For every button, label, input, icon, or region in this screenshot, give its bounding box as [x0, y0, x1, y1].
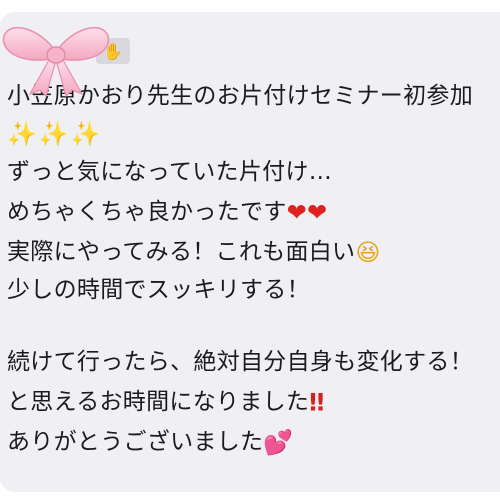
message-line-text: めちゃくちゃ良かったです — [7, 199, 287, 225]
pink-hearts-icon: 💕 — [263, 428, 294, 457]
message-line-text: と思えるお時間になりました — [7, 389, 310, 415]
message-line: 続けて行ったら、絶対自分自身も変化する！ — [7, 349, 473, 375]
message-line: 実際にやってみる！これも面白い😆 — [7, 233, 500, 271]
message-line-text: ありがとうございました — [7, 429, 264, 455]
message-line: ずっと気になっていた片付け… — [7, 159, 333, 185]
message-line: と思えるお時間になりました‼ — [7, 383, 500, 421]
message-line: めちゃくちゃ良かったです❤❤ — [7, 193, 500, 231]
pink-bow-icon — [2, 26, 110, 98]
message-line-text: 実際にやってみる！これも面白い — [7, 239, 356, 265]
red-hearts-icon: ❤❤ — [286, 198, 328, 227]
sparkles-line: ✨✨✨ — [7, 120, 103, 148]
message-line: ありがとうございました💕 — [7, 423, 500, 461]
grinning-face-icon: 😆 — [355, 238, 381, 267]
double-exclamation-icon: ‼ — [309, 388, 325, 417]
message-bubble: ✋ 小笠原かおり先生のお片付けセミナー初参加 ✨✨✨ ずっと気になっていた片付け… — [0, 12, 500, 492]
message-text: 小笠原かおり先生のお片付けセミナー初参加 ✨✨✨ ずっと気になっていた片付け… … — [7, 77, 500, 461]
message-line: 少しの時間でスッキリする！ — [7, 277, 310, 303]
